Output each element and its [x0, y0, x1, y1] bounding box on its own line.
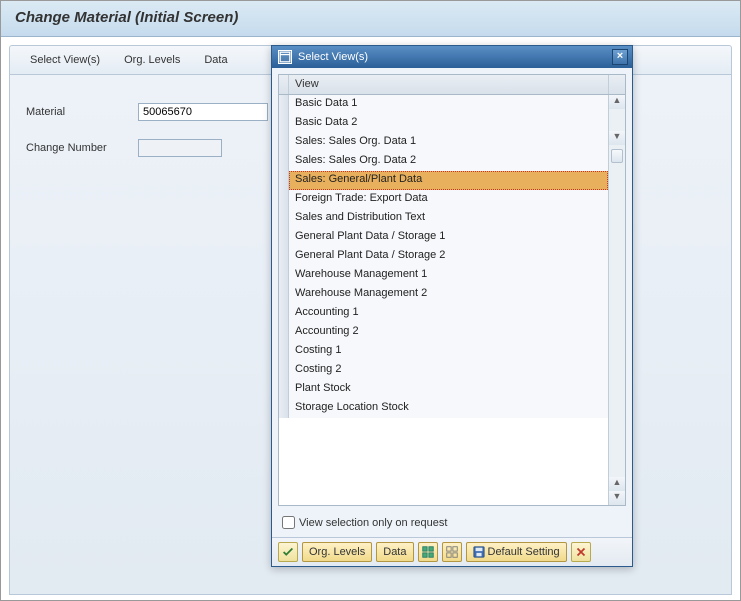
material-input[interactable]	[138, 103, 268, 121]
select-all-icon	[421, 545, 435, 559]
view-selection-checkbox-label: View selection only on request	[299, 517, 447, 529]
deselect-all-icon	[445, 545, 459, 559]
grid-rows: Basic Data 1Basic Data 2Sales: Sales Org…	[279, 95, 625, 505]
view-row[interactable]: Basic Data 2	[279, 114, 625, 133]
view-cell[interactable]: Warehouse Management 1	[289, 266, 608, 285]
scroll-header	[608, 75, 625, 94]
row-marker[interactable]	[279, 152, 289, 171]
view-selection-checkbox[interactable]	[282, 516, 295, 529]
data-button[interactable]: Data	[376, 542, 413, 562]
row-marker[interactable]	[279, 342, 289, 361]
dialog-titlebar: Select View(s) ×	[272, 46, 632, 68]
row-marker[interactable]	[279, 304, 289, 323]
scroll-up2-icon[interactable]: ▲	[609, 477, 625, 491]
scroll-up-icon[interactable]: ▲	[609, 95, 625, 109]
page-title: Change Material (Initial Screen)	[15, 9, 726, 26]
dialog-title: Select View(s)	[298, 51, 612, 63]
menu-select-views[interactable]: Select View(s)	[18, 50, 112, 70]
scroll-down-icon[interactable]: ▼	[609, 131, 625, 145]
default-setting-button[interactable]: Default Setting	[466, 542, 567, 562]
row-marker[interactable]	[279, 95, 289, 114]
row-marker[interactable]	[279, 380, 289, 399]
view-cell[interactable]: Warehouse Management 2	[289, 285, 608, 304]
grid-marker-header	[279, 75, 289, 94]
row-marker[interactable]	[279, 285, 289, 304]
view-cell[interactable]: Sales and Distribution Text	[289, 209, 608, 228]
row-marker[interactable]	[279, 133, 289, 152]
views-grid: View Basic Data 1Basic Data 2Sales: Sale…	[278, 74, 626, 506]
row-marker[interactable]	[279, 171, 289, 190]
view-cell[interactable]: Basic Data 2	[289, 114, 608, 133]
check-icon	[281, 545, 295, 559]
scroll-thumb[interactable]	[611, 149, 623, 163]
change-number-input[interactable]	[138, 139, 222, 157]
row-marker[interactable]	[279, 209, 289, 228]
view-row[interactable]: Warehouse Management 1	[279, 266, 625, 285]
view-row[interactable]: Costing 1	[279, 342, 625, 361]
view-cell[interactable]: Sales: General/Plant Data	[289, 171, 608, 190]
view-row[interactable]: Storage Location Stock	[279, 399, 625, 418]
select-all-button[interactable]	[418, 542, 438, 562]
dialog-body: View Basic Data 1Basic Data 2Sales: Sale…	[272, 68, 632, 537]
row-marker[interactable]	[279, 266, 289, 285]
view-cell[interactable]: Storage Location Stock	[289, 399, 608, 418]
view-cell[interactable]: Accounting 2	[289, 323, 608, 342]
save-icon	[473, 546, 485, 558]
cancel-icon	[574, 545, 588, 559]
scrollbar[interactable]: ▲ ▼ ▲ ▼	[608, 95, 625, 505]
view-cell[interactable]: Sales: Sales Org. Data 1	[289, 133, 608, 152]
view-cell[interactable]: General Plant Data / Storage 2	[289, 247, 608, 266]
change-number-label: Change Number	[26, 142, 138, 154]
dialog-icon	[278, 50, 292, 64]
menu-org-levels[interactable]: Org. Levels	[112, 50, 192, 70]
default-setting-label: Default Setting	[488, 546, 560, 558]
view-cell[interactable]: Plant Stock	[289, 380, 608, 399]
scroll-down2-icon[interactable]: ▼	[609, 491, 625, 505]
dialog-footer: Org. Levels Data Default Setting	[272, 537, 632, 566]
view-row[interactable]: Costing 2	[279, 361, 625, 380]
view-row[interactable]: Sales: Sales Org. Data 2	[279, 152, 625, 171]
row-marker[interactable]	[279, 190, 289, 209]
view-row[interactable]: Sales and Distribution Text	[279, 209, 625, 228]
view-selection-checkbox-row[interactable]: View selection only on request	[282, 516, 622, 529]
material-label: Material	[26, 106, 138, 118]
view-cell[interactable]: Costing 1	[289, 342, 608, 361]
select-views-dialog: Select View(s) × View Basic Data 1Basic …	[271, 45, 633, 567]
view-row[interactable]: Sales: General/Plant Data	[279, 171, 625, 190]
row-marker[interactable]	[279, 323, 289, 342]
view-cell[interactable]: Sales: Sales Org. Data 2	[289, 152, 608, 171]
row-marker[interactable]	[279, 399, 289, 418]
view-row[interactable]: General Plant Data / Storage 2	[279, 247, 625, 266]
deselect-all-button[interactable]	[442, 542, 462, 562]
row-marker[interactable]	[279, 247, 289, 266]
ok-button[interactable]	[278, 542, 298, 562]
row-marker[interactable]	[279, 361, 289, 380]
view-row[interactable]: Accounting 1	[279, 304, 625, 323]
view-cell[interactable]: Foreign Trade: Export Data	[289, 190, 608, 209]
view-cell[interactable]: General Plant Data / Storage 1	[289, 228, 608, 247]
view-row[interactable]: Accounting 2	[279, 323, 625, 342]
menu-data[interactable]: Data	[192, 50, 239, 70]
view-row[interactable]: Foreign Trade: Export Data	[279, 190, 625, 209]
view-row[interactable]: Sales: Sales Org. Data 1	[279, 133, 625, 152]
row-marker[interactable]	[279, 114, 289, 133]
grid-header: View	[279, 75, 625, 95]
view-cell[interactable]: Basic Data 1	[289, 95, 608, 114]
close-icon[interactable]: ×	[612, 49, 628, 65]
cancel-button[interactable]	[571, 542, 591, 562]
titlebar: Change Material (Initial Screen)	[1, 1, 740, 37]
row-marker[interactable]	[279, 228, 289, 247]
view-row[interactable]: Plant Stock	[279, 380, 625, 399]
view-cell[interactable]: Costing 2	[289, 361, 608, 380]
view-row[interactable]: General Plant Data / Storage 1	[279, 228, 625, 247]
view-row[interactable]: Basic Data 1	[279, 95, 625, 114]
org-levels-button[interactable]: Org. Levels	[302, 542, 372, 562]
grid-column-header-view[interactable]: View	[289, 75, 608, 94]
view-row[interactable]: Warehouse Management 2	[279, 285, 625, 304]
view-cell[interactable]: Accounting 1	[289, 304, 608, 323]
